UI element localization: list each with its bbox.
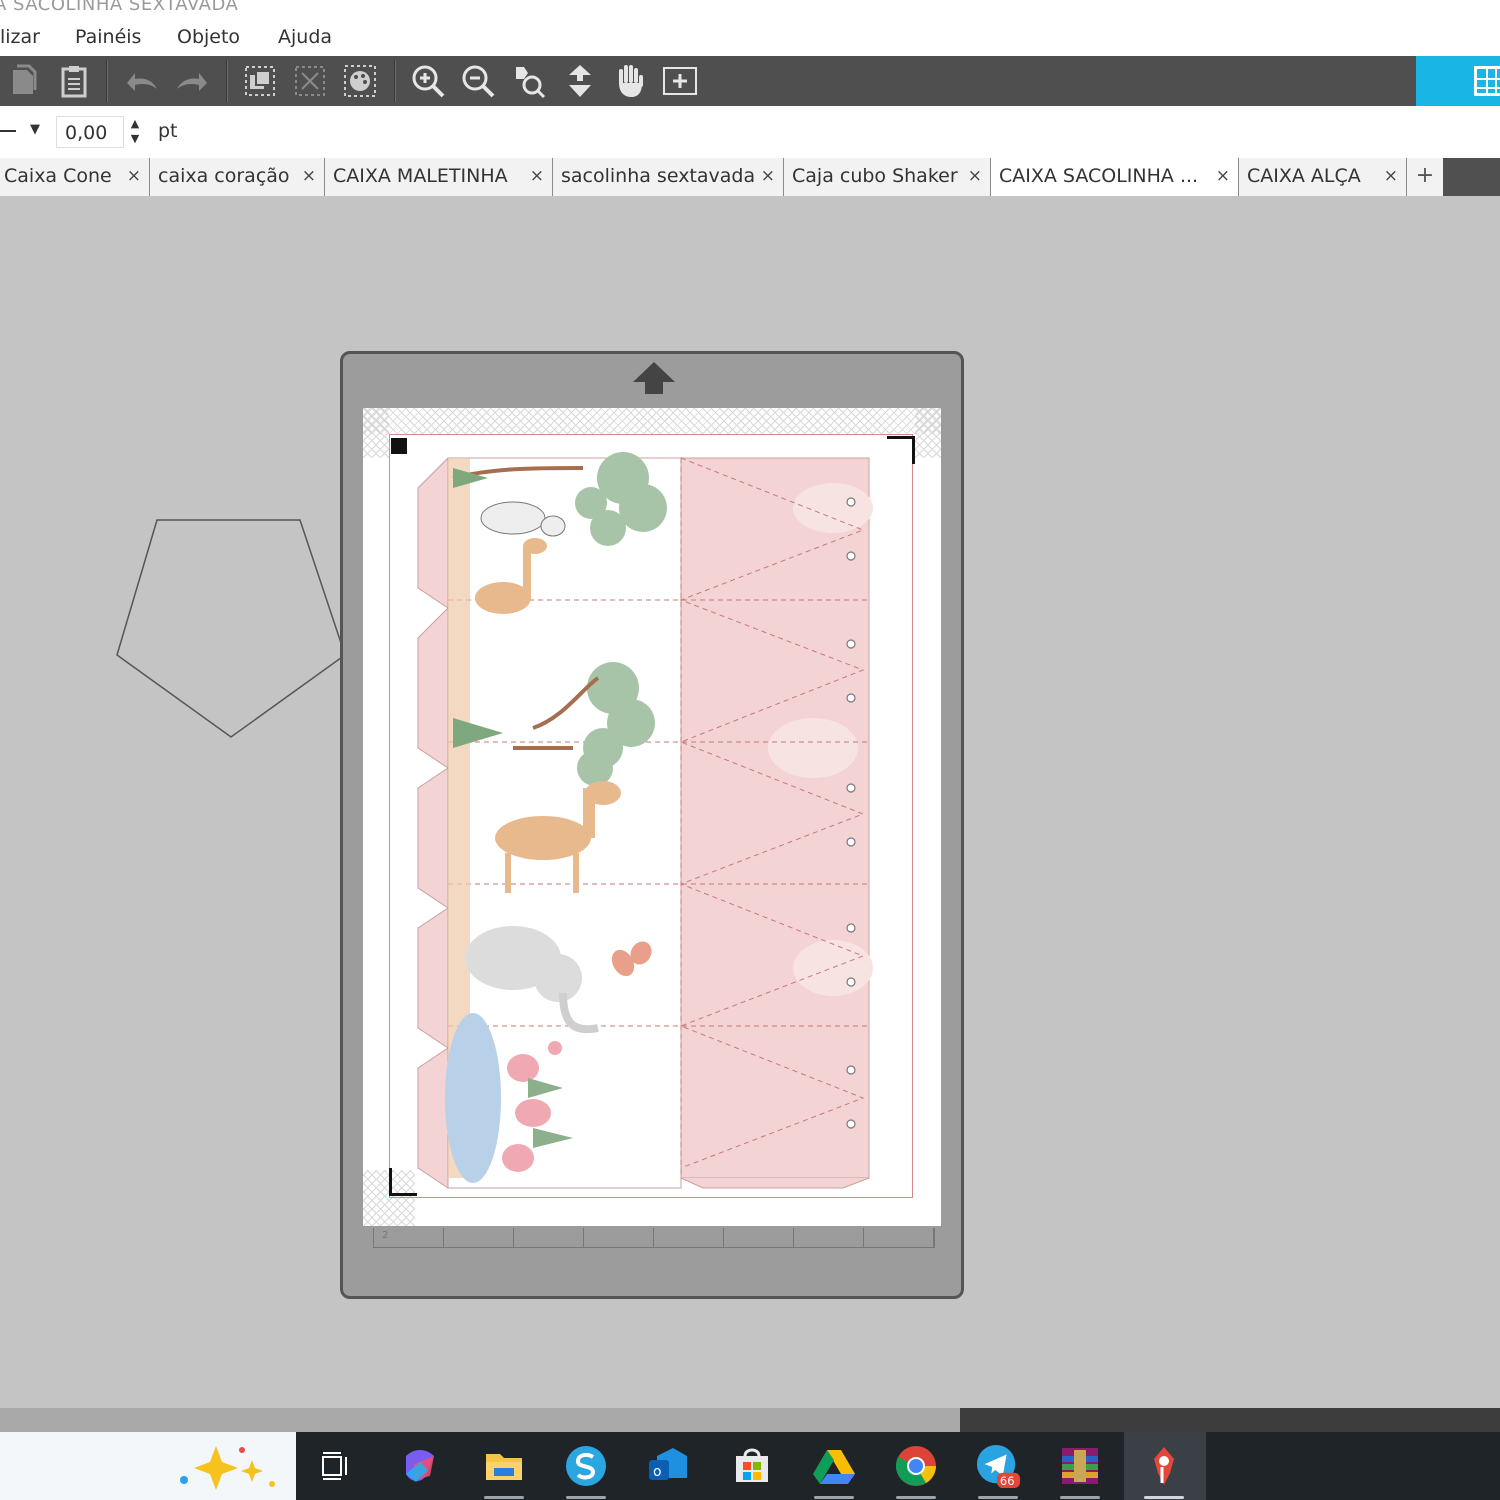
grid-view-icon	[1474, 66, 1500, 96]
cutting-app-icon[interactable]	[1142, 1444, 1186, 1488]
ungroup-icon[interactable]	[290, 62, 330, 100]
tab-sacolinha-sextavada[interactable]: sacolinha sextavada ×	[553, 158, 784, 196]
tab-close-icon[interactable]: ×	[1384, 166, 1398, 186]
mat-ruler: 2	[373, 1228, 935, 1248]
hand-icon[interactable]	[610, 62, 650, 100]
group-icon[interactable]	[240, 62, 280, 100]
move-down-icon[interactable]	[560, 62, 600, 100]
zoom-out-icon[interactable]	[458, 62, 498, 100]
tab-caja-cubo-shaker[interactable]: Caja cubo Shaker ×	[784, 158, 991, 196]
add-tab-button[interactable]: +	[1407, 158, 1443, 196]
tab-close-icon[interactable]: ×	[302, 166, 316, 186]
microsoft-store-icon[interactable]	[730, 1444, 774, 1488]
telegram-badge: 66	[1000, 1474, 1015, 1488]
menu-paineis[interactable]: Painéis	[75, 26, 141, 48]
registration-mark	[391, 438, 407, 454]
tab-caixa-sacolinha[interactable]: CAIXA SACOLINHA ... ×	[991, 158, 1239, 196]
paper-sheet	[363, 408, 941, 1226]
task-view-icon[interactable]	[314, 1444, 358, 1488]
line-style-dropdown-icon[interactable]: ▼	[30, 122, 40, 137]
menu-visualizar[interactable]: lizar	[0, 26, 40, 48]
line-width-unit: pt	[158, 120, 178, 142]
svg-text:o: o	[653, 1464, 662, 1480]
property-bar: ▼ 0,00 ▲ ▼ pt	[0, 106, 1500, 158]
windows-taskbar: o 66	[0, 1432, 1500, 1500]
line-style-preview	[0, 130, 16, 132]
box-template-artwork[interactable]	[413, 448, 873, 1193]
feed-direction-arrow-icon	[633, 362, 675, 394]
add-page-icon[interactable]	[660, 62, 700, 100]
horizontal-scrollbar[interactable]	[0, 1408, 1500, 1432]
tab-close-icon[interactable]: ×	[761, 166, 775, 186]
main-toolbar	[0, 56, 1500, 106]
registration-mark	[887, 436, 915, 464]
panel-toggle-button[interactable]	[1416, 56, 1500, 106]
tab-label: CAIXA SACOLINHA ...	[999, 165, 1199, 187]
ruler-mark: 2	[382, 1230, 389, 1241]
zoom-fit-icon[interactable]	[508, 62, 548, 100]
copilot-sparkle-icon[interactable]	[172, 1442, 282, 1492]
winrar-icon[interactable]	[1058, 1444, 1102, 1488]
tab-caixa-coracao[interactable]: caixa coração ×	[150, 158, 325, 196]
tab-close-icon[interactable]: ×	[530, 166, 544, 186]
menu-bar: lizar Painéis Objeto Ajuda	[0, 18, 1500, 56]
tab-caixa-alca[interactable]: CAIXA ALÇA ×	[1239, 158, 1407, 196]
tab-label: CAIXA ALÇA	[1247, 165, 1361, 187]
tab-label: CAIXA MALETINHA	[333, 165, 508, 187]
microsoft-365-icon[interactable]	[398, 1444, 442, 1488]
tab-close-icon[interactable]: ×	[968, 166, 982, 186]
tab-caixa-maletinha[interactable]: CAIXA MALETINHA ×	[325, 158, 553, 196]
silhouette-studio-icon[interactable]	[564, 1444, 608, 1488]
tab-label: Caixa Cone	[4, 165, 112, 187]
tab-label: caixa coração	[158, 165, 290, 187]
tab-close-icon[interactable]: ×	[127, 166, 141, 186]
tab-close-icon[interactable]: ×	[1216, 166, 1230, 186]
outlook-icon[interactable]: o	[646, 1444, 690, 1488]
menu-objeto[interactable]: Objeto	[177, 26, 240, 48]
taskbar-search-area[interactable]	[0, 1432, 296, 1500]
palette-icon[interactable]	[340, 62, 380, 100]
window-title: A SACOLINHA SEXTAVADA	[0, 0, 239, 15]
file-explorer-icon[interactable]	[482, 1444, 526, 1488]
line-width-stepper[interactable]: ▲ ▼	[128, 116, 142, 148]
tab-caixa-cone[interactable]: Caixa Cone ×	[0, 158, 150, 196]
design-canvas[interactable]: 2	[0, 196, 1500, 1408]
undo-icon[interactable]	[122, 62, 162, 100]
clipboard-icon[interactable]	[54, 62, 94, 100]
google-drive-icon[interactable]	[812, 1444, 856, 1488]
cutting-mat: 2	[340, 351, 964, 1299]
tab-label: Caja cubo Shaker	[792, 165, 958, 187]
telegram-icon[interactable]: 66	[976, 1444, 1020, 1488]
tab-label: sacolinha sextavada	[561, 165, 756, 187]
document-tab-bar: Caixa Cone × caixa coração × CAIXA MALET…	[0, 158, 1500, 196]
menu-ajuda[interactable]: Ajuda	[278, 26, 332, 48]
pentagon-shape[interactable]	[112, 514, 352, 744]
redo-icon[interactable]	[172, 62, 212, 100]
scrollbar-thumb[interactable]	[0, 1408, 960, 1432]
chrome-icon[interactable]	[894, 1444, 938, 1488]
window-title-bar: A SACOLINHA SEXTAVADA	[0, 0, 1500, 18]
zoom-in-icon[interactable]	[408, 62, 448, 100]
line-width-input[interactable]: 0,00	[56, 116, 124, 148]
page-icon[interactable]	[4, 62, 44, 100]
